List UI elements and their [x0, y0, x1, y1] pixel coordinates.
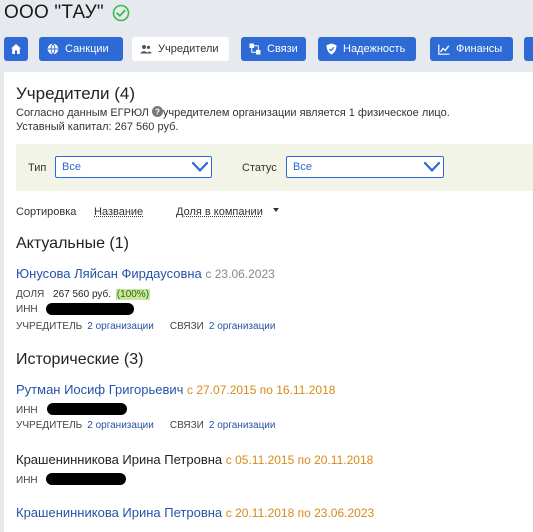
- founder-links-row: УЧРЕДИТЕЛЬ 2 организации СВЯЗИ 2 организаци…: [16, 321, 275, 332]
- company-name: ООО "ТАУ": [0, 2, 104, 24]
- globe-icon: [47, 43, 59, 55]
- filter-panel: Тип Все Статус Все: [16, 144, 533, 191]
- svg-text:?: ?: [155, 107, 160, 117]
- founder-orgs-link[interactable]: 2 организации: [87, 420, 154, 431]
- note-text-start: Согласно данным ЕГРЮЛ: [16, 107, 149, 119]
- founder-name: Крашенинникова Ирина Петровна: [16, 452, 222, 467]
- founder-inn-row: ИНН: [16, 304, 38, 315]
- type-filter-select[interactable]: Все: [55, 156, 212, 178]
- connections-link[interactable]: 2 организации: [209, 321, 276, 332]
- sort-by-name[interactable]: Название: [94, 206, 143, 218]
- founder-since: с 23.06.2023: [205, 267, 274, 281]
- share-label: ДОЛЯ: [16, 289, 44, 300]
- founder-period: с 05.11.2015 по 20.11.2018: [226, 453, 374, 467]
- connections-label: СВЯЗИ: [170, 321, 204, 332]
- home-button[interactable]: [4, 37, 28, 61]
- share-percent-badge: (100%): [116, 289, 150, 300]
- share-value: 267 560 руб.: [53, 289, 111, 300]
- founder-role-label: УЧРЕДИТЕЛЬ: [16, 420, 82, 431]
- historical-founder-2: Крашенинникова Ирина Петровна с 05.11.20…: [16, 452, 373, 467]
- verified-check-icon: [112, 4, 130, 22]
- tab-finance-label: Финансы: [456, 43, 502, 55]
- founder-orgs-link[interactable]: 2 организации: [87, 321, 154, 332]
- founders-card: Учредители (4) Согласно данным ЕГРЮЛ ? у…: [4, 72, 533, 532]
- tab-sanctions[interactable]: Санкции: [39, 37, 123, 61]
- tab-links-label: Связи: [267, 43, 298, 55]
- sort-caret-icon: [273, 208, 279, 212]
- chart-icon: [438, 44, 450, 55]
- status-filter-value: Все: [293, 161, 312, 173]
- tab-founders[interactable]: Учредители: [132, 37, 229, 61]
- connections-label: СВЯЗИ: [170, 420, 204, 431]
- redacted-inn: [46, 473, 126, 485]
- founders-note: Согласно данным ЕГРЮЛ ? учредителем орга…: [16, 106, 450, 134]
- type-filter-label: Тип: [28, 162, 46, 174]
- founder-inn-row: ИНН: [16, 405, 38, 416]
- founder-name-link[interactable]: Юнусова Ляйсан Фирдаусовна: [16, 266, 202, 281]
- tab-sanctions-label: Санкции: [65, 43, 109, 55]
- founder-period: с 20.11.2018 по 23.06.2023: [226, 506, 374, 520]
- tab-reliability[interactable]: Надежность: [318, 37, 416, 61]
- founder-share-row: ДОЛЯ 267 560 руб. (100%): [16, 289, 150, 300]
- inn-label: ИНН: [16, 405, 38, 416]
- current-founders-title: Актуальные (1): [16, 235, 129, 253]
- sort-by-share[interactable]: Доля в компании: [176, 206, 263, 218]
- tab-founders-label: Учредители: [158, 43, 219, 55]
- chevron-down-icon: [423, 160, 441, 174]
- links-icon: [249, 43, 261, 55]
- connections-link[interactable]: 2 организации: [209, 420, 276, 431]
- inn-label: ИНН: [16, 304, 38, 315]
- founder-inn-row: ИНН: [16, 475, 38, 486]
- home-icon: [10, 43, 22, 55]
- inn-label: ИНН: [16, 475, 38, 486]
- header: ООО "ТАУ": [0, 0, 130, 26]
- historical-founder-3: Крашенинникова Ирина Петровна с 20.11.20…: [16, 505, 374, 520]
- section-toolbar: Санкции Учредители Связи Надежность Фина…: [4, 37, 533, 61]
- shield-icon: [326, 43, 337, 55]
- note-text-end: учредителем организации является 1 физич…: [163, 107, 450, 119]
- tab-links[interactable]: Связи: [241, 37, 306, 61]
- authorized-capital: Уставный капитал: 267 560 руб.: [16, 121, 178, 133]
- redacted-inn: [47, 403, 127, 415]
- founder-name-link[interactable]: Крашенинникова Ирина Петровна: [16, 505, 222, 520]
- info-icon[interactable]: ?: [152, 106, 163, 117]
- historical-founders-title: Исторические (3): [16, 351, 143, 369]
- founder-role-label: УЧРЕДИТЕЛЬ: [16, 321, 82, 332]
- redacted-inn: [46, 303, 134, 315]
- founders-title: Учредители (4): [16, 84, 135, 104]
- status-filter-select[interactable]: Все: [286, 156, 444, 178]
- status-filter-label: Статус: [242, 162, 277, 174]
- type-filter-value: Все: [62, 161, 81, 173]
- tab-more[interactable]: [524, 37, 533, 61]
- founder-period: с 27.07.2015 по 16.11.2018: [187, 383, 335, 397]
- tab-finance[interactable]: Финансы: [430, 37, 513, 61]
- tab-reliability-label: Надежность: [343, 43, 405, 55]
- founder-name-link[interactable]: Рутман Иосиф Григорьевич: [16, 382, 183, 397]
- historical-founder-1: Рутман Иосиф Григорьевич с 27.07.2015 по…: [16, 382, 335, 397]
- people-icon: [140, 44, 152, 54]
- current-founder-1: Юнусова Ляйсан Фирдаусовна с 23.06.2023: [16, 266, 275, 281]
- sort-label: Сортировка: [16, 206, 76, 218]
- founder-links-row: УЧРЕДИТЕЛЬ 2 организации СВЯЗИ 2 организаци…: [16, 420, 275, 431]
- chevron-down-icon: [191, 160, 209, 174]
